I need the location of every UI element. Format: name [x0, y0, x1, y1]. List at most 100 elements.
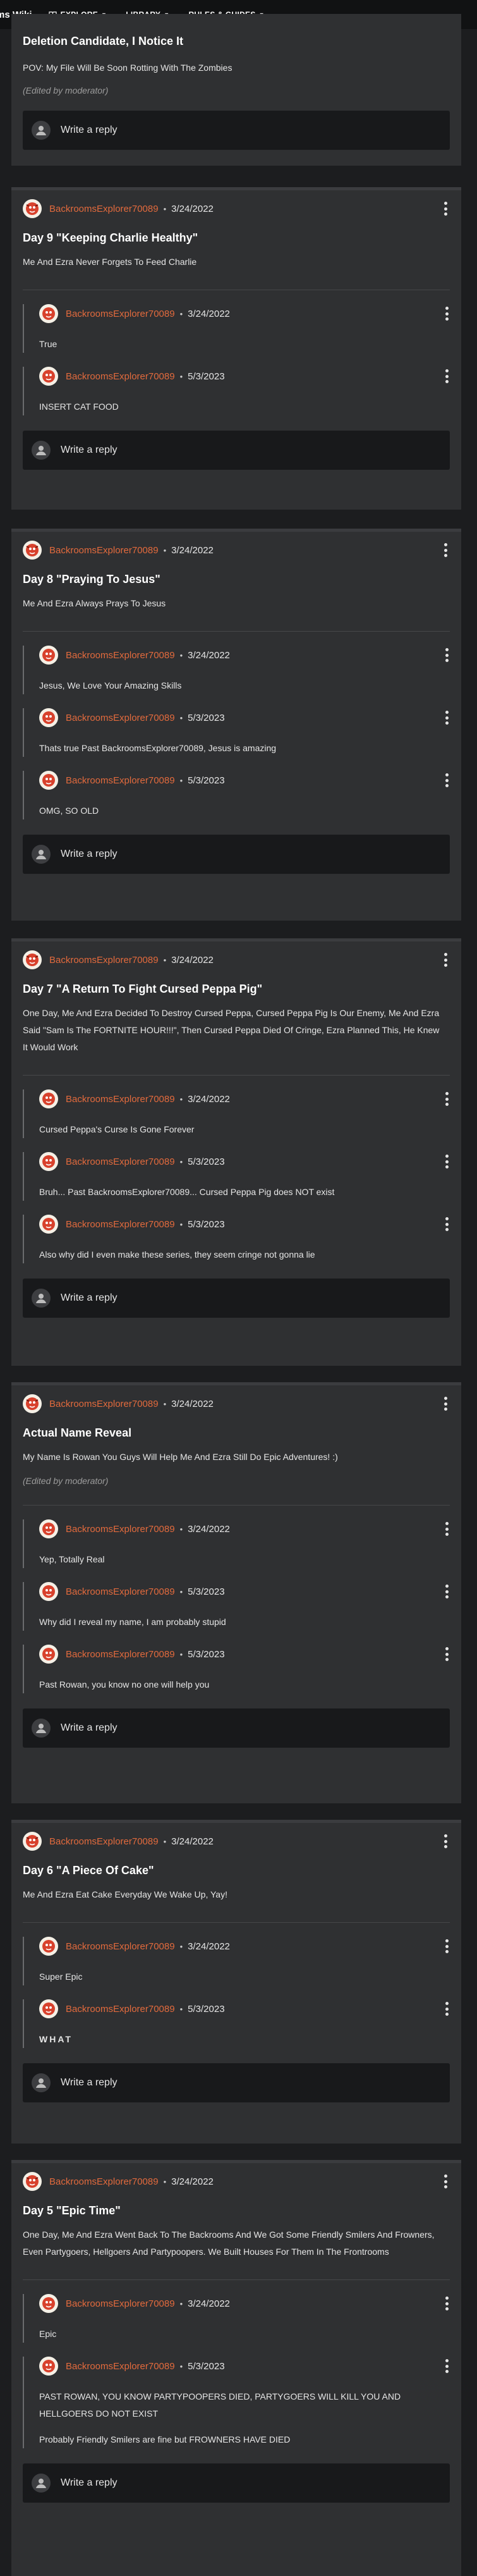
write-reply-label: Write a reply [61, 445, 118, 455]
avatar[interactable] [23, 1394, 42, 1413]
more-options-icon[interactable] [445, 2297, 449, 2310]
author-link[interactable]: BackroomsExplorer70089 [66, 1586, 175, 1597]
reply-date: 5/3/2023 [188, 2003, 225, 2015]
divider [23, 1505, 450, 1506]
author-link[interactable]: BackroomsExplorer70089 [66, 1524, 175, 1535]
reply-date: 5/3/2023 [188, 1586, 225, 1597]
avatar[interactable] [23, 2172, 42, 2191]
more-options-icon[interactable] [445, 1155, 449, 1168]
write-reply-label: Write a reply [61, 1292, 118, 1303]
avatar[interactable] [39, 367, 58, 386]
reply-body-paragraph-2: Probably Friendly Smilers are fine but F… [39, 2434, 291, 2444]
avatar[interactable] [39, 708, 58, 727]
more-options-icon[interactable] [445, 2002, 449, 2016]
author-link[interactable]: BackroomsExplorer70089 [66, 2298, 175, 2309]
avatar[interactable] [39, 1937, 58, 1956]
comment-body: One Day, Me And Ezra Decided To Destroy … [23, 1008, 440, 1052]
reply: BackroomsExplorer70089 • 5/3/2023 Thats tr… [23, 708, 450, 757]
author-link[interactable]: BackroomsExplorer70089 [66, 371, 175, 382]
author-link[interactable]: BackroomsExplorer70089 [66, 1156, 175, 1167]
avatar[interactable] [39, 1215, 58, 1234]
divider [23, 2279, 450, 2280]
more-options-icon[interactable] [444, 2174, 447, 2188]
user-avatar-icon [32, 1719, 51, 1738]
author-link[interactable]: BackroomsExplorer70089 [49, 545, 159, 556]
avatar[interactable] [39, 1089, 58, 1108]
more-options-icon[interactable] [444, 1834, 447, 1848]
avatar[interactable] [39, 2294, 58, 2313]
avatar[interactable] [39, 1645, 58, 1664]
more-options-icon[interactable] [445, 648, 449, 662]
avatar[interactable] [39, 646, 58, 665]
avatar[interactable] [39, 2357, 58, 2376]
more-options-icon[interactable] [445, 1522, 449, 1536]
reply-body: PAST ROWAN, YOU KNOW PARTYPOOPERS DIED, … [39, 2391, 401, 2419]
write-reply-box[interactable]: Write a reply [23, 1708, 450, 1748]
reply: BackroomsExplorer70089 • 3/24/2022 Jesus, … [23, 646, 450, 694]
more-options-icon[interactable] [444, 202, 447, 216]
avatar[interactable] [39, 1152, 58, 1171]
reply: BackroomsExplorer70089 • 3/24/2022 Super E… [23, 1937, 450, 1985]
divider [23, 631, 450, 632]
more-options-icon[interactable] [445, 711, 449, 725]
avatar[interactable] [39, 1582, 58, 1601]
reply-body: True [39, 339, 57, 349]
author-link[interactable]: BackroomsExplorer70089 [49, 2176, 159, 2187]
reply-date: 5/3/2023 [188, 1218, 225, 1230]
author-link[interactable]: BackroomsExplorer70089 [49, 1399, 159, 1409]
more-options-icon[interactable] [445, 773, 449, 787]
reply-header: BackroomsExplorer70089 • 3/24/2022 [39, 1089, 450, 1108]
avatar[interactable] [39, 1519, 58, 1538]
author-link[interactable]: BackroomsExplorer70089 [66, 2361, 175, 2372]
write-reply-box[interactable]: Write a reply [23, 2463, 450, 2503]
reply-body: INSERT CAT FOOD [39, 402, 119, 412]
write-reply-box[interactable]: Write a reply [23, 1279, 450, 1318]
author-link[interactable]: BackroomsExplorer70089 [66, 713, 175, 723]
avatar[interactable] [39, 304, 58, 323]
avatar[interactable] [39, 1999, 58, 2018]
more-options-icon[interactable] [445, 1647, 449, 1661]
author-link[interactable]: BackroomsExplorer70089 [66, 775, 175, 786]
author-link[interactable]: BackroomsExplorer70089 [49, 1836, 159, 1847]
user-avatar-icon [32, 441, 51, 460]
write-reply-box[interactable]: Write a reply [23, 835, 450, 874]
avatar[interactable] [23, 950, 42, 969]
avatar[interactable] [39, 771, 58, 790]
more-options-icon[interactable] [445, 1585, 449, 1598]
reply-header: BackroomsExplorer70089 • 3/24/2022 [39, 304, 450, 323]
author-link[interactable]: BackroomsExplorer70089 [66, 1094, 175, 1105]
separator-dot: • [179, 1586, 183, 1597]
write-reply-box[interactable]: Write a reply [23, 111, 450, 150]
write-reply-box[interactable]: Write a reply [23, 2063, 450, 2102]
author-link[interactable]: BackroomsExplorer70089 [66, 1941, 175, 1952]
separator-dot: • [163, 204, 167, 214]
more-options-icon[interactable] [445, 1939, 449, 1953]
edited-note: (Edited by moderator) [23, 85, 109, 95]
comment-body: Me And Ezra Eat Cake Everyday We Wake Up… [23, 1889, 227, 1899]
reply-body: Also why did I even make these series, t… [39, 1249, 315, 1260]
author-link[interactable]: BackroomsExplorer70089 [66, 309, 175, 319]
more-options-icon[interactable] [445, 1092, 449, 1106]
reply-body: Bruh... Past BackroomsExplorer70089... C… [39, 1187, 335, 1197]
more-options-icon[interactable] [445, 369, 449, 383]
reply-date: 3/24/2022 [188, 2298, 230, 2309]
avatar[interactable] [23, 1832, 42, 1851]
more-options-icon[interactable] [445, 1217, 449, 1231]
more-options-icon[interactable] [444, 1397, 447, 1411]
write-reply-box[interactable]: Write a reply [23, 431, 450, 470]
more-options-icon[interactable] [445, 2359, 449, 2373]
comment-date: 3/24/2022 [171, 1836, 214, 1847]
avatar[interactable] [23, 541, 42, 560]
write-reply-label: Write a reply [61, 2477, 118, 2488]
author-link[interactable]: BackroomsExplorer70089 [49, 204, 159, 214]
avatar[interactable] [23, 199, 42, 218]
more-options-icon[interactable] [445, 307, 449, 321]
comment-header: BackroomsExplorer70089 • 3/24/2022 [11, 950, 461, 969]
author-link[interactable]: BackroomsExplorer70089 [66, 1219, 175, 1230]
more-options-icon[interactable] [444, 953, 447, 967]
author-link[interactable]: BackroomsExplorer70089 [49, 955, 159, 966]
author-link[interactable]: BackroomsExplorer70089 [66, 2004, 175, 2015]
author-link[interactable]: BackroomsExplorer70089 [66, 1649, 175, 1660]
author-link[interactable]: BackroomsExplorer70089 [66, 650, 175, 661]
more-options-icon[interactable] [444, 543, 447, 557]
